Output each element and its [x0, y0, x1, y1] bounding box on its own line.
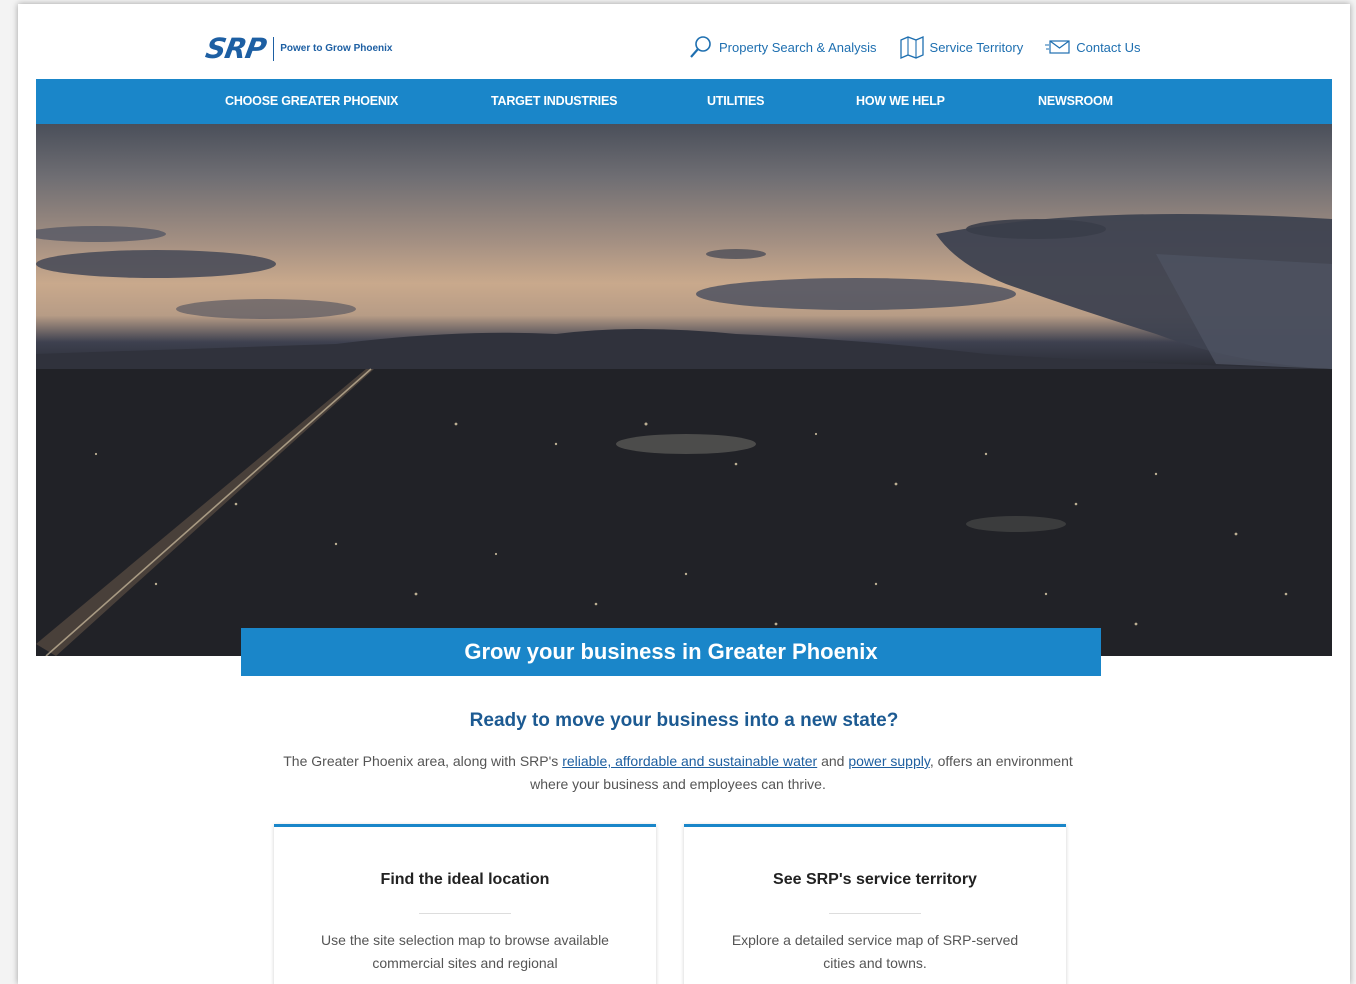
main-nav: CHOOSE GREATER PHOENIX TARGET INDUSTRIES…: [36, 79, 1332, 124]
card-service-territory[interactable]: See SRP's service territory Explore a de…: [684, 824, 1066, 984]
intro-text-1: The Greater Phoenix area, along with SRP…: [283, 753, 563, 769]
map-icon: [899, 36, 924, 59]
search-icon: [690, 36, 711, 58]
nav-utilities[interactable]: UTILITIES: [707, 79, 764, 124]
srp-logo[interactable]: SRP Power to Grow Phoenix: [203, 32, 393, 65]
card-find-location[interactable]: Find the ideal location Use the site sel…: [274, 824, 656, 984]
nav-newsroom[interactable]: NEWSROOM: [1038, 79, 1113, 124]
intro-paragraph: The Greater Phoenix area, along with SRP…: [278, 750, 1078, 796]
nav-choose-greater-phoenix[interactable]: CHOOSE GREATER PHOENIX: [225, 79, 398, 124]
nav-how-we-help[interactable]: HOW WE HELP: [856, 79, 945, 124]
service-territory-label: Service Territory: [929, 39, 1024, 55]
card-title: See SRP's service territory: [773, 871, 977, 888]
contact-us-label: Contact Us: [1076, 39, 1141, 55]
intro-heading: Ready to move your business into a new s…: [469, 710, 899, 731]
card-text: Use the site selection map to browse ava…: [321, 932, 609, 971]
card-divider: [419, 913, 511, 914]
property-search-label: Property Search & Analysis: [719, 39, 877, 55]
card-text: Explore a detailed service map of SRP-se…: [731, 932, 1019, 971]
intro-text-2: and: [817, 753, 849, 769]
card-divider: [829, 913, 921, 914]
power-supply-link[interactable]: power supply: [848, 753, 929, 769]
envelope-icon: [1045, 40, 1070, 54]
logo-mark: SRP: [203, 32, 269, 65]
property-search-link[interactable]: Property Search & Analysis: [688, 34, 877, 60]
city-skyline-photo: [36, 214, 1332, 656]
utility-nav: Property Search & Analysis Service Terri…: [688, 34, 1163, 60]
header: SRP Power to Grow Phoenix Property Searc…: [18, 4, 1350, 79]
hero-image: [36, 124, 1332, 656]
hero-banner: Grow your business in Greater Phoenix: [241, 628, 1101, 676]
page: SRP Power to Grow Phoenix Property Searc…: [18, 4, 1350, 984]
water-link[interactable]: reliable, affordable and sustainable wat…: [562, 753, 817, 769]
service-territory-link[interactable]: Service Territory: [899, 35, 1024, 59]
logo-tagline: Power to Grow Phoenix: [280, 43, 393, 54]
contact-us-link[interactable]: Contact Us: [1045, 38, 1141, 56]
card-title: Find the ideal location: [380, 871, 550, 888]
nav-target-industries[interactable]: TARGET INDUSTRIES: [491, 79, 617, 124]
logo-divider: [273, 36, 275, 61]
